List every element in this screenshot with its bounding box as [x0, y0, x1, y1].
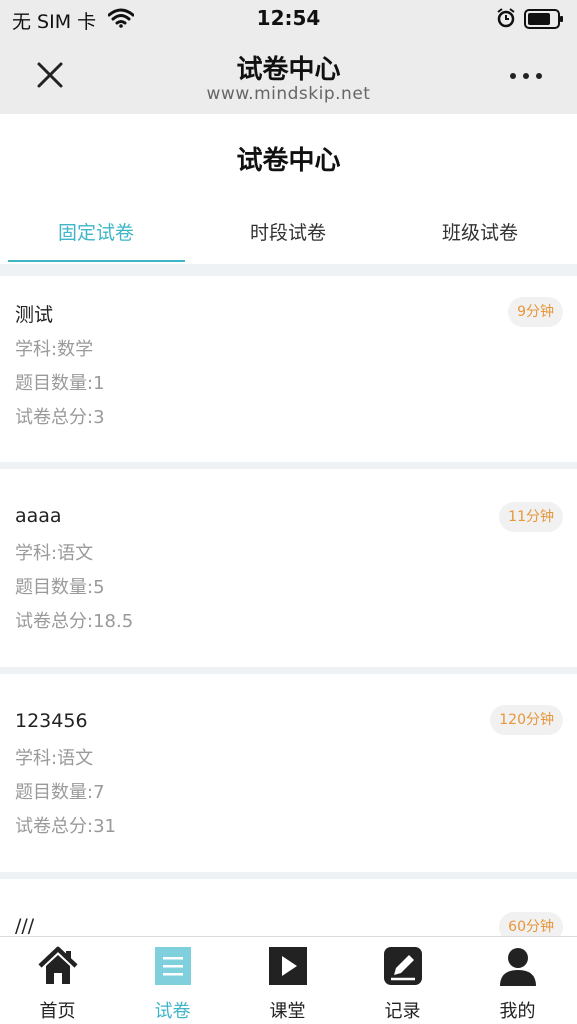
paper-card[interactable]: 测试 学科:数学 题目数量:1 试卷总分:3 9分钟 [0, 276, 577, 462]
tab-exams[interactable]: 试卷 [115, 937, 230, 1024]
paper-subject: 学科:数学 [15, 339, 94, 360]
paper-name: 测试 [15, 304, 54, 326]
paper-subject: 学科:语文 [15, 543, 94, 564]
tab-timed-papers[interactable]: 时段试卷 [192, 218, 384, 245]
status-bar: 无 SIM 卡 12:54 [0, 0, 577, 38]
tab-profile[interactable]: 我的 [460, 937, 575, 1024]
tab-home-label: 首页 [39, 1001, 76, 1022]
person-icon [500, 948, 536, 986]
bottom-tab-bar: 首页 试卷 课堂 记录 我的 [0, 936, 577, 1024]
paper-type-tabs: 固定试卷 时段试卷 班级试卷 [0, 200, 577, 264]
exam-icon [155, 947, 191, 985]
tab-records-label: 记录 [384, 1001, 421, 1022]
page-title: 试卷中心 [236, 146, 341, 176]
play-icon [269, 947, 307, 985]
paper-question-count: 题目数量:5 [15, 577, 105, 598]
paper-card[interactable]: 123456 学科:语文 题目数量:7 试卷总分:31 120分钟 [0, 674, 577, 872]
paper-name: /// [15, 915, 35, 936]
nav-url: www.mindskip.net [206, 84, 371, 104]
paper-total-score: 试卷总分:3 [15, 407, 105, 428]
duration-badge: 60分钟 [499, 912, 563, 936]
home-icon [38, 946, 78, 984]
battery-icon [524, 9, 563, 29]
tab-profile-label: 我的 [499, 1001, 536, 1022]
duration-badge: 120分钟 [490, 705, 563, 735]
alarm-icon [497, 8, 515, 28]
duration-badge: 11分钟 [499, 502, 563, 532]
paper-question-count: 题目数量:7 [15, 782, 105, 803]
tab-home[interactable]: 首页 [0, 937, 115, 1024]
paper-list[interactable]: 测试 学科:数学 题目数量:1 试卷总分:3 9分钟 aaaa 学科:语文 题目… [0, 264, 577, 936]
paper-question-count: 题目数量:1 [15, 373, 105, 394]
tab-exams-label: 试卷 [154, 1001, 191, 1022]
paper-name: 123456 [15, 710, 88, 732]
paper-name: aaaa [15, 505, 62, 527]
tab-fixed-papers[interactable]: 固定试卷 [0, 218, 192, 245]
clock-time: 12:54 [256, 6, 321, 30]
active-tab-indicator [8, 260, 185, 262]
tab-classroom[interactable]: 课堂 [230, 937, 345, 1024]
paper-card[interactable]: aaaa 学科:语文 题目数量:5 试卷总分:18.5 11分钟 [0, 469, 577, 667]
tab-classroom-label: 课堂 [269, 1001, 306, 1022]
tab-class-papers[interactable]: 班级试卷 [384, 218, 576, 245]
nav-bar: 试卷中心 www.mindskip.net [0, 38, 577, 114]
more-button[interactable] [506, 66, 550, 86]
paper-subject: 学科:语文 [15, 748, 94, 769]
more-icon [510, 73, 542, 79]
paper-total-score: 试卷总分:31 [15, 816, 116, 837]
paper-total-score: 试卷总分:18.5 [15, 611, 134, 632]
paper-card[interactable]: /// 60分钟 [0, 879, 577, 936]
duration-badge: 9分钟 [508, 297, 563, 327]
tab-records[interactable]: 记录 [345, 937, 460, 1024]
nav-title: 试卷中心 [236, 55, 341, 85]
edit-record-icon [384, 947, 422, 985]
